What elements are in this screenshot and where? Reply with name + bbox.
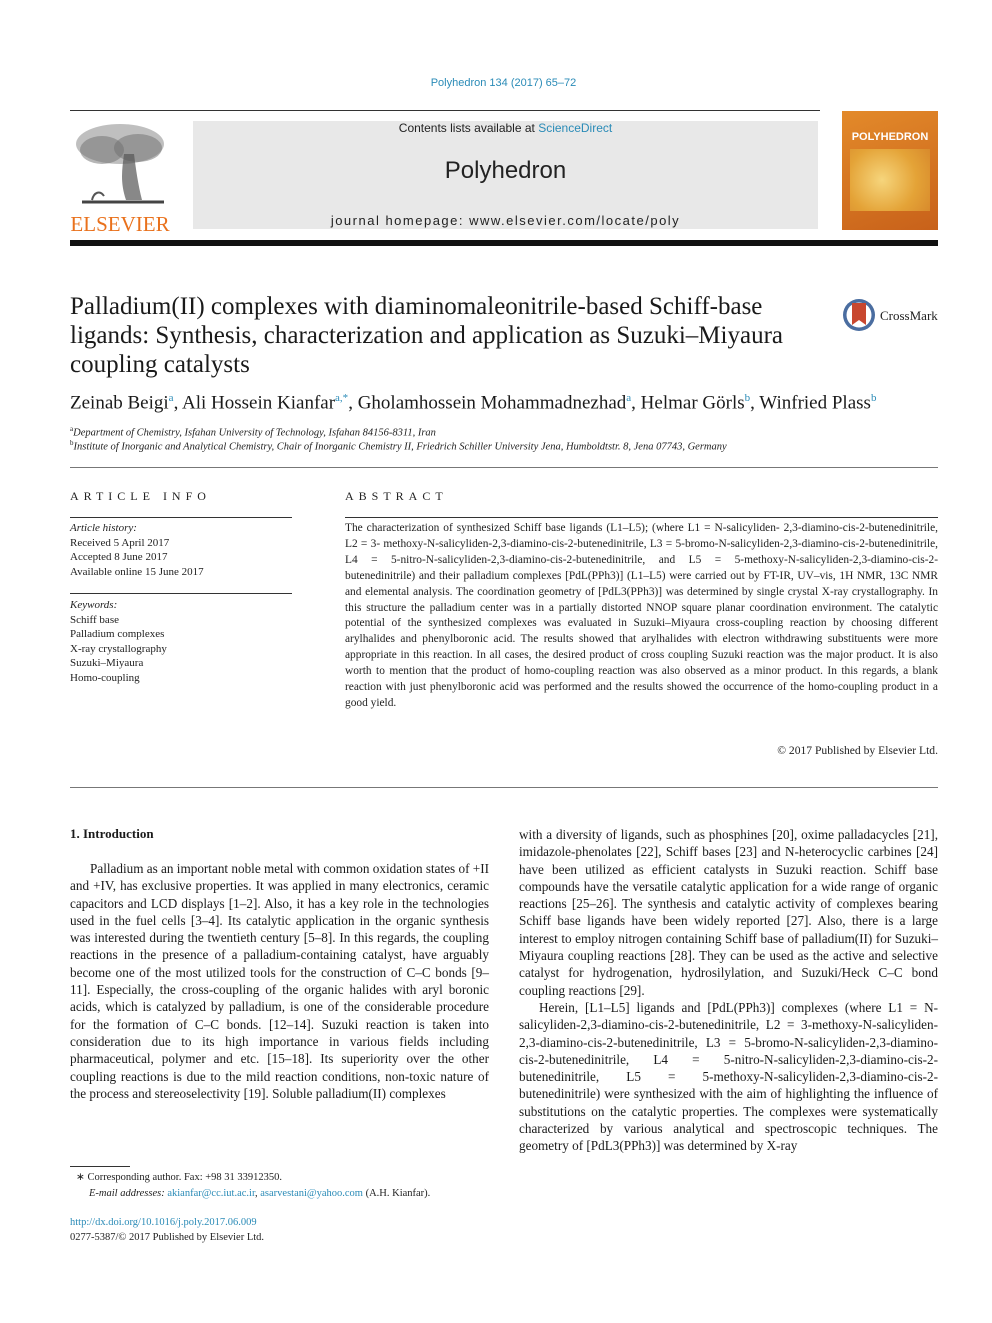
history-item: Received 5 April 2017 bbox=[70, 536, 170, 549]
email-link[interactable]: asarvestani@yahoo.com bbox=[260, 1188, 363, 1199]
title-line: coupling catalysts bbox=[70, 351, 250, 378]
history-item: Available online 15 June 2017 bbox=[70, 565, 204, 578]
author-name[interactable]: Helmar Görls bbox=[641, 392, 745, 413]
keyword: Suzuki–Miyaura bbox=[70, 657, 144, 669]
body-paragraph: Herein, [L1–L5] ligands and [PdL(PPh3)] … bbox=[519, 999, 938, 1154]
author-name[interactable]: Ali Hossein Kianfar bbox=[182, 392, 335, 413]
contents-line: Contents lists available at ScienceDirec… bbox=[193, 121, 818, 135]
author-name[interactable]: Gholamhossein Mohammadnezhad bbox=[358, 392, 627, 413]
author-name[interactable]: Zeinab Beigi bbox=[70, 392, 169, 413]
keywords: Keywords: Schiff base Palladium complexe… bbox=[70, 598, 292, 685]
body-column-left: Palladium as an important noble metal wi… bbox=[70, 860, 489, 1102]
email-suffix: (A.H. Kianfar). bbox=[365, 1188, 431, 1199]
history-label: Article history: bbox=[70, 522, 137, 534]
contents-prefix: Contents lists available at bbox=[398, 121, 539, 135]
elsevier-logo: ELSEVIER bbox=[70, 117, 170, 236]
header-divider bbox=[70, 240, 938, 246]
elsevier-tree-icon bbox=[72, 120, 168, 208]
keyword: Schiff base bbox=[70, 613, 119, 626]
history-item: Accepted 8 June 2017 bbox=[70, 551, 168, 563]
author-affiliation-mark[interactable]: b bbox=[745, 392, 751, 404]
email-note: E-mail addresses: akianfar@cc.iut.ac.ir,… bbox=[89, 1188, 431, 1199]
doi-block: http://dx.doi.org/10.1016/j.poly.2017.06… bbox=[70, 1216, 500, 1245]
affiliation-text: Department of Chemistry, Isfahan Univers… bbox=[73, 427, 436, 439]
keyword: X-ray crystallography bbox=[70, 642, 167, 655]
article-info-heading: ARTICLE INFO bbox=[70, 489, 211, 503]
journal-cover-image[interactable]: POLYHEDRON bbox=[842, 111, 938, 230]
affiliation: aDepartment of Chemistry, Isfahan Univer… bbox=[70, 425, 950, 439]
asterisk-icon: ∗ bbox=[76, 1172, 88, 1183]
email-link[interactable]: akianfar@cc.iut.ac.ir bbox=[167, 1188, 255, 1199]
abstract-heading: ABSTRACT bbox=[345, 489, 448, 503]
affiliation-text: Institute of Inorganic and Analytical Ch… bbox=[73, 441, 727, 453]
top-divider bbox=[70, 110, 820, 111]
body-divider bbox=[70, 787, 938, 788]
article-history: Article history: Received 5 April 2017 A… bbox=[70, 521, 292, 579]
journal-homepage[interactable]: journal homepage: www.elsevier.com/locat… bbox=[193, 213, 818, 228]
body-column-right: with a diversity of ligands, such as pho… bbox=[519, 826, 938, 1155]
crossmark-button[interactable]: CrossMark bbox=[842, 297, 942, 335]
footnote-divider bbox=[70, 1166, 130, 1167]
cover-title: POLYHEDRON bbox=[851, 131, 929, 143]
article-title: Palladium(II) complexes with diaminomale… bbox=[70, 292, 830, 379]
keywords-divider bbox=[70, 593, 292, 594]
abstract-text: The characterization of synthesized Schi… bbox=[345, 522, 938, 709]
email-label: E-mail addresses: bbox=[89, 1188, 165, 1199]
doi-link[interactable]: http://dx.doi.org/10.1016/j.poly.2017.06… bbox=[70, 1216, 500, 1231]
sciencedirect-link[interactable]: ScienceDirect bbox=[538, 121, 612, 135]
body-paragraph: Palladium as an important noble metal wi… bbox=[70, 861, 489, 1101]
body-paragraph: with a diversity of ligands, such as pho… bbox=[519, 827, 938, 998]
author-list: Zeinab Beigia, Ali Hossein Kianfara,*, G… bbox=[70, 392, 877, 414]
keywords-label: Keywords: bbox=[70, 599, 118, 611]
author-affiliation-mark[interactable]: b bbox=[871, 392, 877, 404]
elsevier-wordmark: ELSEVIER bbox=[70, 212, 170, 236]
title-line: Palladium(II) complexes with diaminomale… bbox=[70, 293, 763, 320]
abstract-copyright: © 2017 Published by Elsevier Ltd. bbox=[777, 744, 938, 757]
cover-artwork bbox=[850, 149, 930, 211]
issn-line: 0277-5387/© 2017 Published by Elsevier L… bbox=[70, 1231, 265, 1243]
section-divider bbox=[70, 467, 938, 468]
corresponding-author-note: ∗ Corresponding author. Fax: +98 31 3391… bbox=[76, 1170, 506, 1185]
keyword: Homo-coupling bbox=[70, 671, 140, 684]
journal-title: Polyhedron bbox=[444, 157, 567, 184]
author-affiliation-mark[interactable]: a bbox=[626, 392, 631, 404]
affiliation: bInstitute of Inorganic and Analytical C… bbox=[70, 439, 950, 453]
author-name[interactable]: Winfried Plass bbox=[759, 392, 871, 413]
journal-reference-link[interactable]: Polyhedron 134 (2017) 65–72 bbox=[0, 77, 992, 89]
author-affiliation-mark[interactable]: a bbox=[169, 392, 174, 404]
crossmark-label: CrossMark bbox=[880, 308, 938, 323]
article-info-divider bbox=[70, 517, 292, 518]
journal-masthead: Contents lists available at ScienceDirec… bbox=[193, 121, 818, 229]
section-heading: 1. Introduction bbox=[70, 826, 154, 841]
crossmark-icon bbox=[843, 299, 875, 331]
corresponding-text: Corresponding author. Fax: +98 31 339123… bbox=[87, 1172, 283, 1183]
abstract-divider bbox=[345, 517, 938, 518]
author-affiliation-mark[interactable]: a,* bbox=[335, 392, 348, 404]
title-line: ligands: Synthesis, characterization and… bbox=[70, 322, 784, 349]
keyword: Palladium complexes bbox=[70, 628, 165, 640]
